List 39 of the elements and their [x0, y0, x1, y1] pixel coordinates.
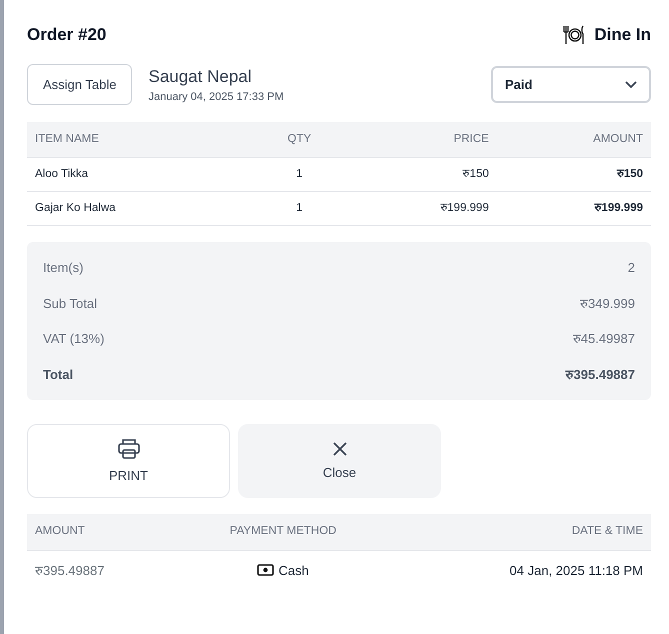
summary-value: रु395.49887 [566, 366, 635, 384]
column-header: QTY [252, 122, 346, 158]
cash-icon [257, 564, 274, 576]
table-cell: रु395.49887 [27, 550, 176, 590]
assign-table-button[interactable]: Assign Table [27, 64, 132, 106]
table-cell: रु199.999 [346, 192, 497, 226]
summary-label: Total [43, 366, 74, 384]
column-header: DATE & TIME [390, 514, 651, 550]
close-icon [332, 440, 348, 456]
table-cell: Gajar Ko Halwa [27, 192, 253, 226]
column-header: PAYMENT METHOD [176, 514, 390, 550]
customer-name: Saugat Nepal [148, 66, 253, 88]
order-date: January 04, 2025 17:33 PM [148, 90, 284, 105]
service-type: Dine In [594, 24, 651, 46]
order-title: Order #20 [27, 25, 106, 44]
summary-label: VAT (13%) [43, 330, 104, 348]
print-button[interactable]: PRINT [27, 424, 230, 498]
table-cell: रु150 [346, 157, 497, 192]
summary-value: 2 [628, 259, 635, 278]
summary-label: Item(s) [43, 259, 84, 278]
column-header: AMOUNT [27, 514, 176, 550]
status-select[interactable]: Paid [491, 66, 651, 104]
summary-value: रु349.999 [580, 294, 635, 313]
summary-value: रु45.49987 [572, 330, 635, 348]
table-cell: रु150 [496, 157, 651, 192]
payment-method: Cash [278, 562, 309, 580]
table-cell: 1 [252, 157, 346, 192]
printer-icon [116, 438, 140, 460]
close-button[interactable]: Close [238, 424, 441, 498]
column-header: AMOUNT [496, 122, 651, 158]
summary-label: Sub Total [43, 294, 97, 313]
column-header: PRICE [346, 122, 497, 158]
table-cell: 04 Jan, 2025 11:18 PM [390, 550, 651, 590]
chevron-down-icon [625, 80, 637, 88]
plate-cutlery-icon [562, 24, 586, 46]
table-cell: 1 [252, 192, 346, 226]
table-cell: Aloo Tikka [27, 157, 253, 192]
table-cell: रु199.999 [496, 192, 651, 226]
column-header: ITEM NAME [27, 122, 253, 158]
